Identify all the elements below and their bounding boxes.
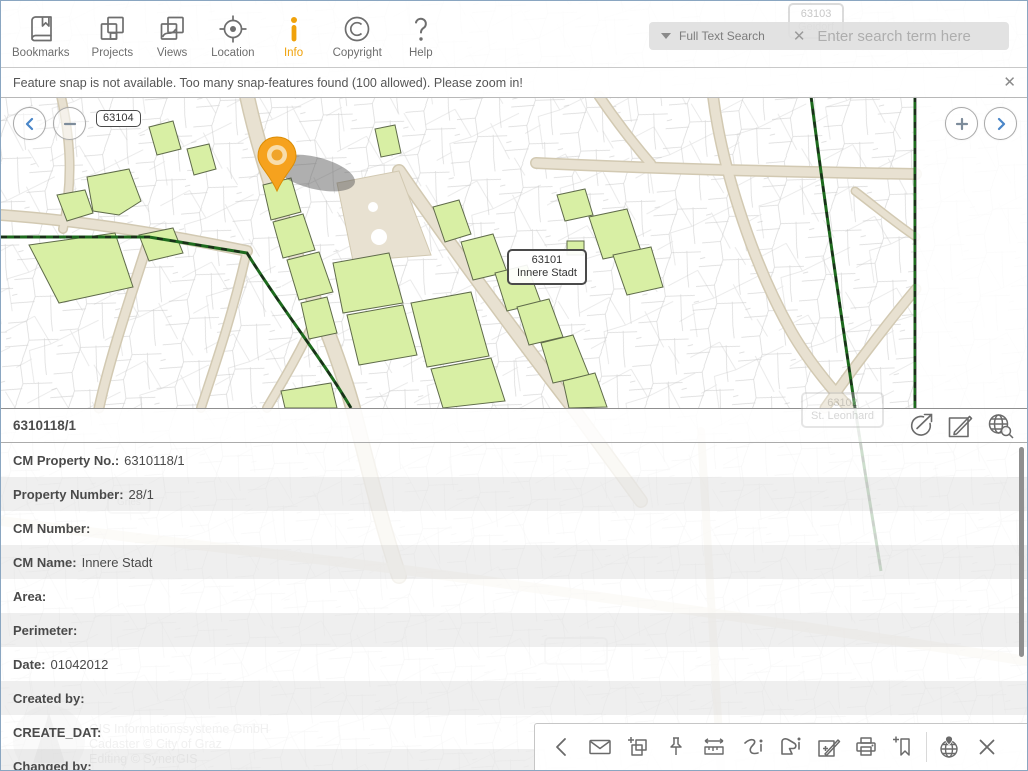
- chevron-down-icon: [661, 33, 671, 39]
- district-label-63104: 63104: [96, 110, 141, 127]
- pin-result-button[interactable]: [657, 732, 695, 762]
- toolbar-item-copyright[interactable]: Copyright: [322, 8, 393, 61]
- help-icon: [404, 12, 438, 46]
- attribute-row: Property Number:28/1: [1, 477, 1027, 511]
- district-label-63101: 63101 Innere Stadt: [507, 249, 587, 285]
- notification-bar: Feature snap is not available. Too many …: [1, 68, 1027, 98]
- attribute-row: CM Name:Innere Stadt: [1, 545, 1027, 579]
- search-clear-button[interactable]: ✕: [793, 29, 806, 44]
- toolbar-item-views[interactable]: Views: [144, 8, 200, 61]
- add-to-selection-button[interactable]: [619, 732, 657, 762]
- identify-area-icon: [777, 734, 803, 760]
- chevron-right-icon: [993, 116, 1009, 132]
- edit-new-button[interactable]: [809, 732, 847, 762]
- plus-icon: [954, 116, 970, 132]
- search-input[interactable]: [815, 27, 1018, 46]
- attribute-row: CM Property No.:6310118/1: [1, 443, 1027, 477]
- edit-object-button[interactable]: [945, 411, 975, 441]
- result-title: 6310118/1: [13, 418, 76, 433]
- zoom-out-button[interactable]: [53, 107, 86, 140]
- link-arrow-icon: [905, 411, 935, 441]
- attribute-row: CM Number:: [1, 511, 1027, 545]
- projects-icon: [95, 12, 129, 46]
- close-icon: [974, 734, 1000, 760]
- copyright-icon: [340, 12, 374, 46]
- minus-icon: [62, 116, 78, 132]
- globe-search-icon: [985, 411, 1015, 441]
- identify-area-button[interactable]: [771, 732, 809, 762]
- notification-close-button[interactable]: ✕: [1003, 75, 1016, 90]
- toolbar-divider: [926, 732, 927, 762]
- measure-button[interactable]: [695, 732, 733, 762]
- district-label-63102: 63102 St. Leonhard: [801, 392, 884, 428]
- search-filter-dropdown[interactable]: Full Text Search: [649, 29, 765, 43]
- zoom-in-button[interactable]: [945, 107, 978, 140]
- globe-pin-icon: [936, 734, 962, 760]
- edit-add-icon: [815, 734, 841, 760]
- notification-message: Feature snap is not available. Too many …: [13, 76, 523, 90]
- attribute-row: Perimeter:: [1, 613, 1027, 647]
- toolbar-item-bookmarks[interactable]: Bookmarks: [1, 8, 81, 61]
- copy-add-icon: [625, 734, 651, 760]
- panel-scrollbar-thumb[interactable]: [1019, 447, 1024, 657]
- toolbar-item-help[interactable]: Help: [393, 8, 449, 61]
- identify-line-icon: [739, 734, 765, 760]
- attribute-row: Date:01042012: [1, 647, 1027, 681]
- history-back-button[interactable]: [13, 107, 46, 140]
- bookmark-add-icon: [891, 734, 917, 760]
- bookmarks-icon: [24, 12, 58, 46]
- chevron-left-icon: [22, 116, 38, 132]
- follow-link-button[interactable]: [905, 411, 935, 441]
- pushpin-icon: [663, 734, 689, 760]
- toolbar-item-projects[interactable]: Projects: [81, 8, 145, 61]
- email-icon: [587, 734, 613, 760]
- attribute-row: Created by:: [1, 681, 1027, 715]
- printer-icon: [853, 734, 879, 760]
- identify-line-button[interactable]: [733, 732, 771, 762]
- add-bookmark-button[interactable]: [885, 732, 923, 762]
- print-button[interactable]: [847, 732, 885, 762]
- location-crosshair-icon: [216, 12, 250, 46]
- global-search-button[interactable]: [985, 411, 1015, 441]
- toolbar-item-location[interactable]: Location: [200, 8, 265, 61]
- views-icon: [155, 12, 189, 46]
- toolbar-item-info[interactable]: Info: [266, 8, 322, 61]
- attribute-list: CM Property No.:6310118/1 Property Numbe…: [1, 443, 1027, 771]
- chevron-left-icon: [549, 734, 575, 760]
- measure-icon: [701, 734, 727, 760]
- edit-icon: [945, 411, 975, 441]
- result-actions-toolbar: [534, 723, 1028, 770]
- share-location-button[interactable]: [930, 732, 968, 762]
- close-panel-button[interactable]: [968, 732, 1006, 762]
- map-side-strip: [916, 98, 1028, 408]
- collapse-toolbar-button[interactable]: [543, 732, 581, 762]
- gis-app-window: GIS Informationssysteme GmbH Cadaster © …: [0, 0, 1028, 771]
- history-forward-button[interactable]: [984, 107, 1017, 140]
- send-email-button[interactable]: [581, 732, 619, 762]
- info-icon: [277, 12, 311, 46]
- attribute-row: Area:: [1, 579, 1027, 613]
- search-bar: Full Text Search ✕: [649, 22, 1009, 50]
